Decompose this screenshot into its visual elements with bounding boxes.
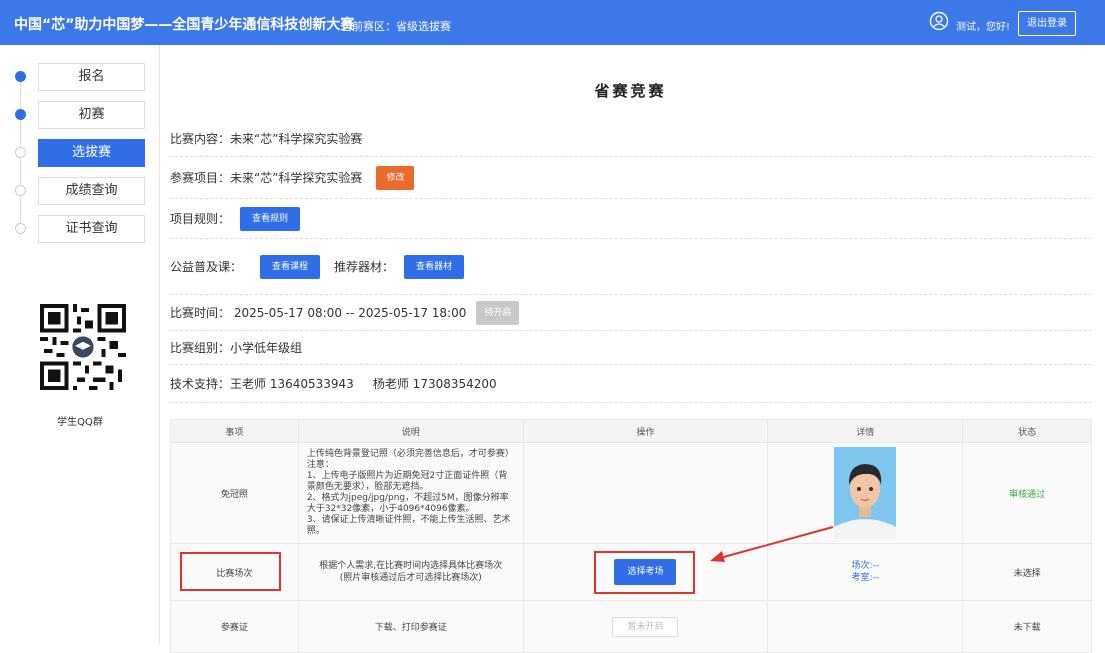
info-course: 公益普及课： 查看课程 推荐器材： 查看器材	[170, 239, 1092, 295]
sidebar-item-preliminary[interactable]: 初赛	[38, 101, 145, 129]
page-title: 省赛竞赛	[594, 82, 667, 100]
welfare-label: 公益普及课：	[170, 260, 243, 274]
sidebar-item-scores[interactable]: 成绩查询	[38, 177, 145, 205]
info-content: 比赛内容：未来“芯”科学探究实验赛	[170, 121, 1092, 157]
top-bar: 中国“芯”助力中国梦——全国青少年通信科技创新大赛 当前赛区：省级选拔赛 测试，…	[0, 0, 1105, 45]
step-dot-register	[15, 71, 26, 82]
logout-button[interactable]: 退出登录	[1018, 11, 1076, 36]
desc-line: 注意：	[306, 460, 334, 470]
items-table: 事项 说明 操作 详情 状态 免冠照 上传纯色背景登记照（必须完善信息后，才可参…	[170, 419, 1092, 653]
room-detail: 考室:--	[851, 573, 879, 583]
info-group: 比赛组别：小学低年级组	[170, 331, 1092, 365]
group-text: 比赛组别：小学低年级组	[170, 341, 303, 355]
row-ticket-desc: 下载、打印参赛证	[297, 600, 524, 653]
user-greeting: 测试，您好!	[956, 22, 1011, 33]
step-dot-selection	[15, 147, 26, 158]
info-time: 比赛时间： 2025-05-17 08:00 -- 2025-05-17 18:…	[170, 295, 1092, 331]
sidebar-item-selection[interactable]: 选拔赛	[38, 139, 145, 167]
highlight-box-exam-button	[594, 551, 695, 594]
row-ticket-detail	[767, 600, 964, 653]
header-action: 操作	[522, 419, 769, 443]
view-equipment-button[interactable]: 查看器材	[404, 254, 465, 279]
desc-line: 根据个人需求,在比赛时间内选择具体比赛场次	[319, 561, 503, 571]
annotation-arrow	[710, 526, 834, 562]
table-header-row: 事项 说明 操作 详情 状态	[170, 419, 1092, 443]
id-photo[interactable]	[834, 447, 897, 539]
sidebar-item-certificate[interactable]: 证书查询	[38, 215, 145, 243]
desc-line: 2、格式为jpeg/jpg/png，不超过5M，图像分辨率大于32*32像素，小…	[306, 493, 509, 514]
desc-line: 1、上传电子版照片为近期免冠2寸正面证件照（背景颜色无要求），脸部无遮挡。	[306, 471, 508, 492]
equipment-label: 推荐器材：	[334, 260, 395, 274]
user-icon[interactable]	[929, 11, 949, 31]
time-text: 比赛时间： 2025-05-17 08:00 -- 2025-05-17 18:…	[170, 306, 467, 320]
desc-line: 3、请保证上传清晰证件照，不能上传生活照、艺术照。	[306, 515, 511, 536]
desc-line: (照片审核通过后才可选择比赛场次)	[339, 573, 482, 583]
row-photo-status: 审核通过	[962, 442, 1092, 544]
sidebar: 报名 初赛 选拔赛 成绩查询 证书查询 学生QQ群	[0, 45, 160, 644]
step-dot-certificate	[15, 223, 26, 234]
row-ticket-action: 暂未开启	[522, 600, 769, 653]
info-rules: 项目规则： 查看规则	[170, 199, 1092, 239]
row-photo-desc: 上传纯色背景登记照（必须完善信息后，才可参赛） 注意： 1、上传电子版照片为近期…	[297, 442, 524, 544]
row-photo-item: 免冠照	[170, 442, 299, 544]
view-course-button[interactable]: 查看课程	[260, 254, 321, 279]
support-text: 技术支持：王老师 13640533943 杨老师 17308354200	[170, 377, 497, 391]
qr-label: 学生QQ群	[57, 417, 103, 428]
not-started-button: 待开启	[476, 300, 520, 325]
modify-button[interactable]: 修改	[376, 165, 415, 190]
step-dot-scores	[15, 185, 26, 196]
header-desc: 说明	[297, 419, 524, 443]
info-support: 技术支持：王老师 13640533943 杨老师 17308354200	[170, 365, 1092, 403]
table-row: 免冠照 上传纯色背景登记照（必须完善信息后，才可参赛） 注意： 1、上传电子版照…	[170, 442, 1092, 544]
table-row: 参赛证 下载、打印参赛证 暂未开启 未下载	[170, 600, 1092, 653]
qq-group-qr-code	[40, 304, 126, 390]
app-title: 中国“芯”助力中国梦——全国青少年通信科技创新大赛	[14, 17, 355, 33]
header-detail: 详情	[767, 419, 964, 443]
row-ticket-item: 参赛证	[170, 600, 299, 653]
content-text: 比赛内容：未来“芯”科学探究实验赛	[170, 132, 363, 146]
sidebar-item-register[interactable]: 报名	[38, 63, 145, 91]
rules-label: 项目规则：	[170, 212, 231, 226]
header-item: 事项	[170, 419, 299, 443]
row-ticket-status: 未下载	[962, 600, 1092, 653]
desc-line: 上传纯色背景登记照（必须完善信息后，才可参赛）	[306, 449, 514, 459]
ticket-download-button: 暂未开启	[612, 616, 679, 637]
project-text: 参赛项目：未来“芯”科学探究实验赛	[170, 171, 363, 185]
row-session-desc: 根据个人需求,在比赛时间内选择具体比赛场次 (照片审核通过后才可选择比赛场次)	[297, 543, 524, 601]
header-status: 状态	[962, 419, 1092, 443]
highlight-box-session-item	[180, 552, 281, 591]
view-rules-button[interactable]: 查看规则	[240, 206, 301, 231]
info-project: 参赛项目：未来“芯”科学探究实验赛 修改	[170, 157, 1092, 199]
row-session-status: 未选择	[962, 543, 1092, 601]
step-dot-preliminary	[15, 109, 26, 120]
current-region: 当前赛区：省级选拔赛	[341, 20, 451, 33]
